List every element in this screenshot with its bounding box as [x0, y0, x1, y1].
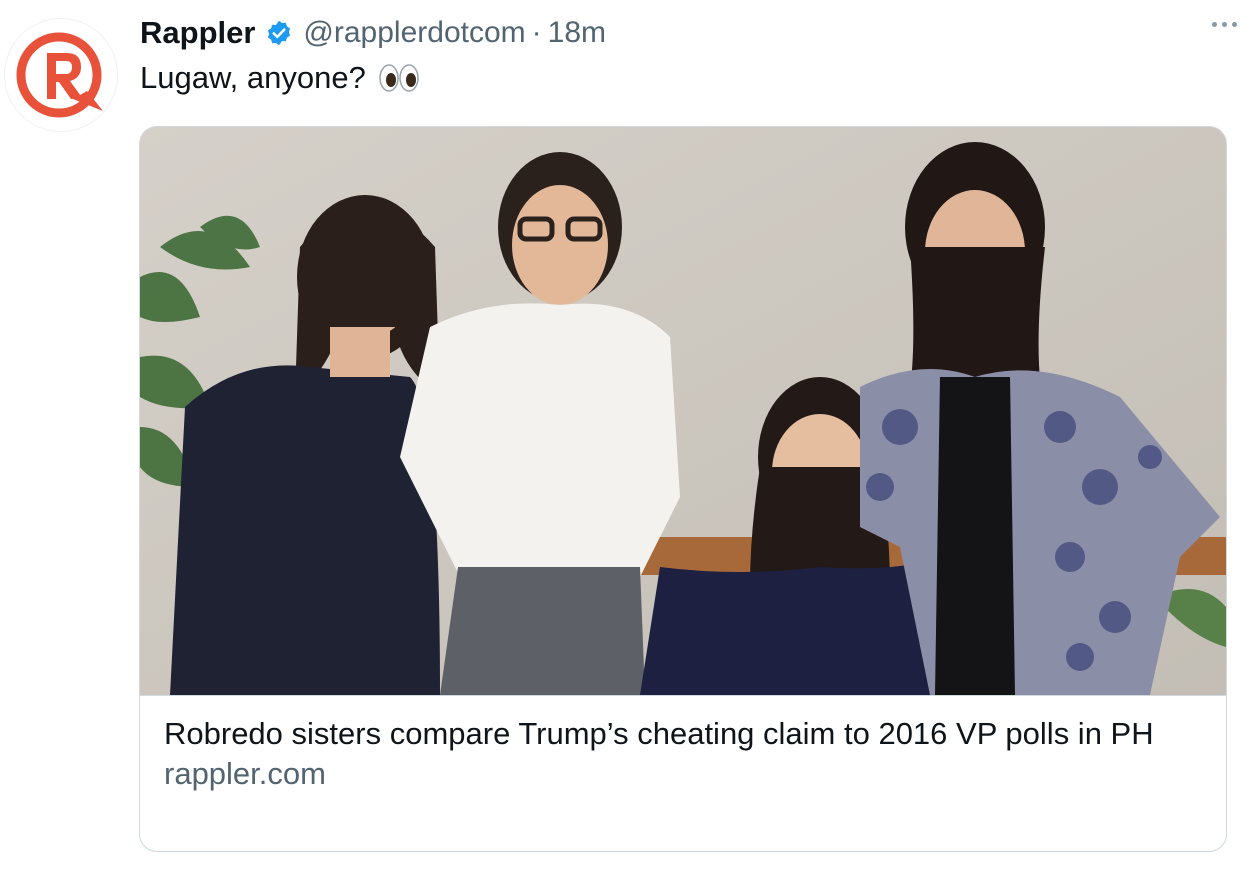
- rappler-logo-icon: [16, 32, 103, 118]
- card-title[interactable]: Robredo sisters compare Trump’s cheating…: [164, 714, 1202, 754]
- separator-dot: ·: [531, 16, 542, 49]
- eyes-emoji-icon: [378, 63, 420, 93]
- tweet-header: Rappler @rapplerdotcom · 18m: [140, 10, 1237, 56]
- photo-four-women-icon: [140, 127, 1226, 695]
- verified-badge-icon: [265, 19, 293, 47]
- author-handle[interactable]: @rapplerdotcom: [303, 16, 525, 50]
- link-card[interactable]: Robredo sisters compare Trump’s cheating…: [139, 126, 1227, 852]
- timestamp[interactable]: 18m: [548, 16, 606, 50]
- card-body[interactable]: Robredo sisters compare Trump’s cheating…: [140, 695, 1226, 851]
- more-options-icon[interactable]: [1212, 22, 1237, 27]
- tweet-text: Lugaw, anyone?: [140, 60, 420, 96]
- author-name[interactable]: Rappler: [140, 15, 255, 51]
- card-domain[interactable]: rappler.com: [164, 756, 1202, 792]
- tweet-text-content: Lugaw, anyone?: [140, 60, 366, 95]
- avatar[interactable]: [4, 18, 118, 132]
- card-image[interactable]: [140, 127, 1226, 695]
